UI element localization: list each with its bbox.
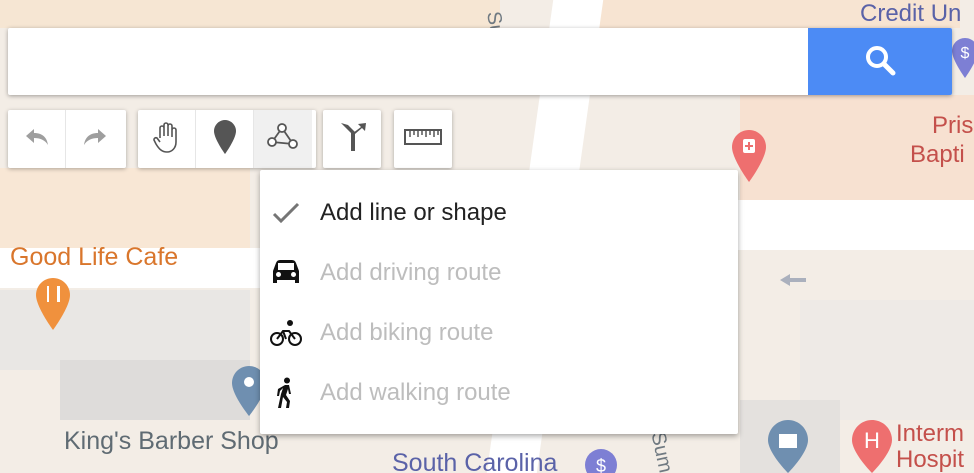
map-label-hospital: Interm: [896, 420, 965, 447]
map-block: [60, 360, 250, 420]
draw-line-button[interactable]: [254, 110, 312, 168]
menu-item-label: Add walking route: [320, 379, 511, 406]
measure-toolbar: [394, 110, 452, 168]
map-block: [0, 0, 500, 28]
map-label-kings-barber-shop: King's Barber Shop: [64, 427, 279, 455]
svg-text:$: $: [961, 45, 970, 62]
redo-icon: [81, 125, 109, 154]
map-label-south-carolina: South Carolina: [392, 449, 558, 473]
search-bar: [8, 28, 952, 95]
checkmark-icon: [270, 197, 302, 229]
street: [738, 200, 974, 250]
bank-pin-icon[interactable]: $: [584, 448, 618, 473]
map-label-hospital: Hospit: [896, 446, 965, 473]
search-icon: [863, 43, 897, 80]
menu-item-label: Add biking route: [320, 319, 494, 346]
draw-mode-menu: Add line or shape Add driving route Add …: [260, 170, 738, 434]
history-toolbar: [8, 110, 126, 168]
map-label-credit-union: Credit Un: [860, 0, 962, 27]
menu-item-label: Add driving route: [320, 259, 502, 286]
map-label-prison-baptist: Bapti: [910, 141, 965, 168]
menu-item-label: Add line or shape: [320, 199, 507, 226]
add-marker-button[interactable]: [196, 110, 254, 168]
undo-button[interactable]: [8, 110, 66, 168]
menu-item-add-walking-route[interactable]: Add walking route: [260, 363, 738, 423]
menu-item-add-line-or-shape[interactable]: Add line or shape: [260, 183, 738, 243]
search-button[interactable]: [808, 28, 952, 95]
hand-icon: [151, 120, 183, 159]
directions-toolbar: [323, 110, 381, 168]
museum-pin-icon[interactable]: [768, 420, 808, 473]
marker-icon: [213, 119, 236, 159]
bicycle-icon: [270, 317, 302, 349]
svg-text:H: H: [864, 428, 880, 453]
measure-button[interactable]: [394, 110, 452, 168]
polyline-icon: [266, 122, 300, 157]
menu-item-add-biking-route[interactable]: Add biking route: [260, 303, 738, 363]
redo-button[interactable]: [66, 110, 124, 168]
search-input[interactable]: [8, 28, 808, 95]
svg-text:$: $: [596, 456, 606, 473]
pan-button[interactable]: [138, 110, 196, 168]
map-label-prison-baptist: Pris: [932, 112, 974, 139]
map-label-good-life-cafe: Good Life Cafe: [10, 243, 179, 271]
hospital-pin-icon[interactable]: H: [852, 420, 892, 473]
map-label-street: Sum: [646, 430, 677, 473]
car-icon: [270, 257, 302, 289]
bank-pin-icon[interactable]: $: [952, 38, 974, 83]
map-block: [0, 168, 250, 248]
ruler-icon: [404, 128, 442, 151]
walker-icon: [270, 377, 302, 409]
one-way-arrow-icon: [780, 272, 806, 293]
restaurant-pin-icon[interactable]: [36, 278, 70, 335]
directions-icon: [337, 121, 367, 158]
draw-toolbar: [138, 110, 316, 168]
menu-item-add-driving-route[interactable]: Add driving route: [260, 243, 738, 303]
undo-icon: [23, 125, 51, 154]
add-directions-button[interactable]: [323, 110, 381, 168]
